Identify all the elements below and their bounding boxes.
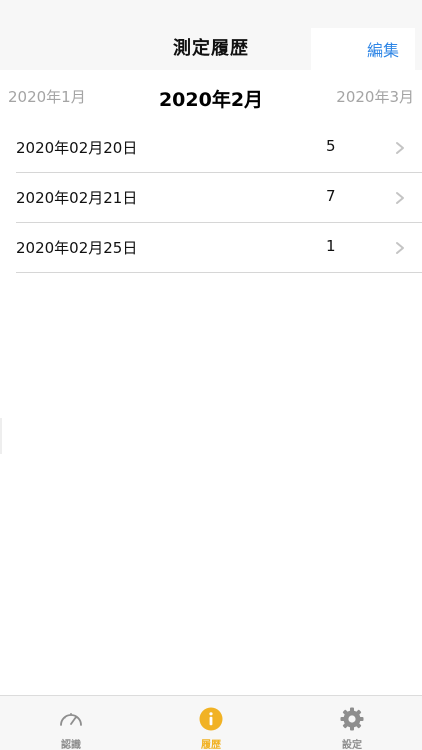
tab-bar: 認識 履歴 設定	[0, 695, 422, 750]
record-date: 2020年02月20日	[16, 139, 138, 157]
chevron-right-icon	[396, 142, 404, 154]
history-screen: 測定履歴 編集 2020年1月 2020年2月 2020年3月 2020年02月…	[0, 0, 422, 750]
record-date: 2020年02月21日	[16, 189, 138, 207]
navigation-bar: 測定履歴 編集	[0, 0, 422, 70]
record-date: 2020年02月25日	[16, 239, 138, 257]
chevron-right-icon	[396, 192, 404, 204]
list-item[interactable]: 2020年02月21日 7	[0, 173, 422, 223]
tab-settings[interactable]: 設定	[282, 696, 422, 750]
tab-label: 認識	[61, 740, 81, 750]
edit-button-area: 編集	[311, 28, 415, 70]
edge-indicator	[0, 418, 2, 454]
record-count: 7	[326, 187, 336, 205]
edit-button[interactable]: 編集	[367, 37, 399, 61]
record-count: 1	[326, 237, 336, 255]
gear-icon	[340, 707, 364, 731]
tab-recognition[interactable]: 認識	[1, 696, 141, 750]
tab-label: 設定	[342, 740, 362, 750]
speedometer-icon	[60, 713, 82, 726]
chevron-right-icon	[396, 242, 404, 254]
tab-history[interactable]: 履歴	[141, 696, 281, 750]
list-item[interactable]: 2020年02月25日 1	[0, 223, 422, 273]
history-list: 2020年02月20日 5 2020年02月21日 7 2020年02月25日 …	[0, 123, 422, 273]
info-icon	[199, 707, 223, 731]
row-divider	[16, 272, 422, 273]
tab-label: 履歴	[201, 740, 221, 750]
record-count: 5	[326, 137, 336, 155]
list-item[interactable]: 2020年02月20日 5	[0, 123, 422, 173]
next-month[interactable]: 2020年3月	[336, 86, 414, 107]
month-selector[interactable]: 2020年1月 2020年2月 2020年3月	[0, 72, 422, 122]
